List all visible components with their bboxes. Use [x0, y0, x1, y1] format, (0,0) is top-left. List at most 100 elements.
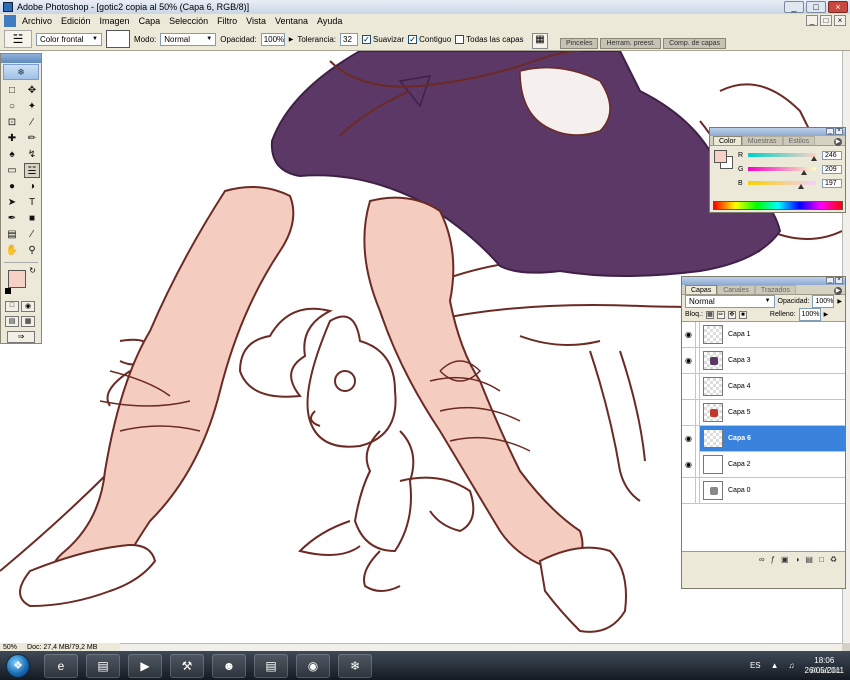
eyedropper-tool-icon[interactable]: ⁄ [24, 227, 40, 242]
layers-panel-close-button[interactable]: × [835, 277, 843, 284]
move-tool-icon[interactable]: ✥ [24, 83, 40, 98]
layers-panel-menu-icon[interactable]: ▶ [834, 287, 842, 295]
layer-row[interactable]: Capa 0 [682, 477, 845, 504]
tool-icon[interactable]: ⚒ [170, 653, 204, 678]
layer-row[interactable]: ◉ Capa 1 [682, 321, 845, 348]
opacity-input[interactable]: 100% [260, 32, 285, 46]
layer-thumbnail[interactable] [703, 325, 723, 344]
layer-name[interactable]: Capa 2 [728, 461, 751, 468]
blue-value-input[interactable]: 197 [822, 178, 842, 188]
messenger-icon[interactable]: ☻ [212, 653, 246, 678]
layer-name[interactable]: Capa 1 [728, 331, 751, 338]
menu-capa[interactable]: Capa [139, 16, 161, 26]
paint-bucket-icon[interactable]: ☱ [4, 30, 32, 48]
layer-link-slot[interactable] [696, 321, 700, 348]
standard-mode-icon[interactable]: □ [5, 301, 19, 312]
fill-arrow-icon[interactable]: ▶ [824, 311, 829, 318]
red-slider-track[interactable] [748, 153, 817, 161]
layer-name[interactable]: Capa 0 [728, 487, 751, 494]
doc-minimize-button[interactable]: _ [806, 15, 818, 26]
layer-opacity-input[interactable]: 100% [812, 295, 835, 308]
layer-link-slot[interactable] [696, 373, 700, 400]
internet-explorer-icon[interactable]: e [44, 653, 78, 678]
blend-mode-select[interactable]: Normal ▼ [685, 295, 775, 308]
marquee-tool-icon[interactable]: □ [4, 83, 20, 98]
color-panel-close-button[interactable]: × [835, 128, 843, 135]
tab-composiciones-capas[interactable]: Comp. de capas [663, 38, 727, 49]
tolerance-input[interactable]: 32 [340, 32, 359, 46]
tab-pinceles[interactable]: Pinceles [560, 38, 599, 49]
visibility-eye-icon[interactable] [682, 373, 696, 400]
red-value-input[interactable]: 246 [822, 150, 842, 160]
full-screen-menu-mode-icon[interactable]: ▦ [21, 316, 35, 327]
layer-row[interactable]: Capa 5 [682, 399, 845, 426]
language-indicator[interactable]: ES [750, 661, 761, 670]
menu-ayuda[interactable]: Ayuda [317, 16, 342, 26]
link-layers-icon[interactable]: ∞ [759, 555, 765, 564]
folder-icon[interactable]: ▤ [86, 653, 120, 678]
layer-link-slot[interactable] [696, 399, 700, 426]
layer-style-icon[interactable]: ƒ [771, 555, 775, 564]
brush-tool-icon[interactable]: ✏ [24, 131, 40, 146]
color-panel-menu-icon[interactable]: ▶ [834, 138, 842, 146]
visibility-eye-icon[interactable] [682, 477, 696, 504]
quick-mask-mode-icon[interactable]: ◉ [21, 301, 35, 312]
blue-slider-thumb[interactable] [797, 184, 804, 189]
layer-name[interactable]: Capa 3 [728, 357, 751, 364]
path-selection-tool-icon[interactable]: ➤ [4, 195, 20, 210]
blur-tool-icon[interactable]: ● [4, 179, 20, 194]
paint-bucket-tool-icon[interactable]: ☱ [24, 163, 40, 178]
toolbox-header[interactable] [1, 54, 41, 63]
document-icon[interactable] [4, 15, 16, 27]
menu-vista[interactable]: Vista [246, 16, 266, 26]
color-panel-minimize-button[interactable]: _ [826, 128, 834, 135]
feather-logo-icon[interactable]: ❄ [3, 64, 39, 80]
color-spectrum-bar[interactable] [713, 201, 843, 210]
layer-link-slot[interactable] [696, 451, 700, 478]
antialias-checkbox[interactable]: ✓ [362, 34, 372, 44]
layer-row[interactable]: ◉ Capa 2 [682, 451, 845, 478]
dodge-tool-icon[interactable]: ◑ [24, 179, 40, 194]
doc-restore-button[interactable]: □ [820, 15, 832, 26]
layer-thumbnail[interactable] [703, 377, 723, 396]
green-slider-track[interactable] [748, 167, 816, 175]
opacity-arrow-icon[interactable]: ▶ [289, 36, 294, 43]
clone-stamp-tool-icon[interactable]: ♠ [4, 147, 20, 162]
doc-close-button[interactable]: × [834, 15, 846, 26]
maximize-button[interactable]: □ [806, 1, 826, 13]
visibility-eye-icon[interactable]: ◉ [682, 347, 696, 374]
horizontal-scrollbar[interactable] [120, 643, 842, 651]
red-slider-thumb[interactable] [810, 156, 817, 161]
lock-transparency-icon[interactable]: ▦ [705, 310, 714, 319]
layer-link-slot[interactable] [696, 477, 700, 504]
crop-tool-icon[interactable]: ⊡ [4, 115, 20, 130]
all-layers-checkbox[interactable] [455, 34, 465, 44]
menu-seleccion[interactable]: Selección [169, 16, 208, 26]
lasso-tool-icon[interactable]: ○ [4, 99, 20, 114]
zoom-tool-icon[interactable]: ⚲ [24, 243, 40, 258]
tab-herramientas-preestablecidas[interactable]: Herram. preest. [600, 38, 662, 49]
layer-row[interactable]: ◉ Capa 3 [682, 347, 845, 374]
green-slider-thumb[interactable] [800, 170, 807, 175]
lock-position-icon[interactable]: ✥ [727, 310, 736, 319]
lock-pixels-icon[interactable]: ✏ [716, 310, 725, 319]
standard-screen-mode-icon[interactable]: ▤ [5, 316, 19, 327]
layer-name[interactable]: Capa 4 [728, 383, 751, 390]
layer-thumbnail[interactable] [703, 403, 723, 422]
shape-tool-icon[interactable]: ■ [24, 211, 40, 226]
slice-tool-icon[interactable]: ∕ [24, 115, 40, 130]
menu-ventana[interactable]: Ventana [275, 16, 308, 26]
tab-color[interactable]: Color [713, 136, 742, 145]
layer-name[interactable]: Capa 5 [728, 409, 751, 416]
color-panel-foreground-swatch[interactable] [714, 150, 727, 163]
palette-toggle-icon[interactable]: ▦ [532, 33, 548, 49]
visibility-eye-icon[interactable]: ◉ [682, 451, 696, 478]
type-tool-icon[interactable]: T [24, 195, 40, 210]
notes-tool-icon[interactable]: ▤ [4, 227, 20, 242]
magic-wand-tool-icon[interactable]: ✦ [24, 99, 40, 114]
fill-source-select[interactable]: Color frontal ▼ [36, 32, 102, 46]
green-value-input[interactable]: 209 [822, 164, 842, 174]
feather-icon[interactable]: ❄ [338, 653, 372, 678]
layer-thumbnail[interactable] [703, 429, 723, 448]
menu-edicion[interactable]: Edición [61, 16, 91, 26]
